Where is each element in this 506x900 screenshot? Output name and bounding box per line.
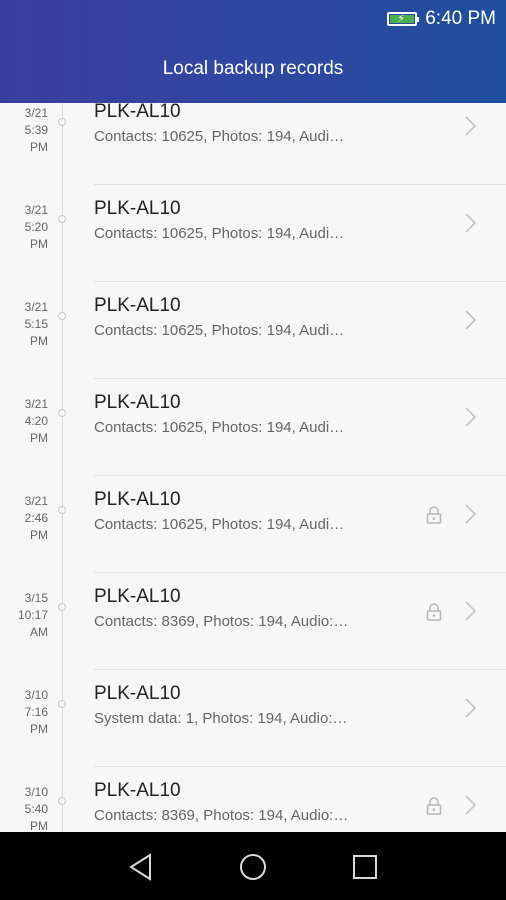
- chevron-right-icon[interactable]: [462, 696, 478, 720]
- navigation-bar: [0, 832, 506, 900]
- record-date-line: 3/10: [24, 688, 48, 702]
- timeline-dot: [58, 215, 66, 223]
- record-summary: Contacts: 10625, Photos: 194, Audio: 21: [94, 419, 349, 436]
- timeline-dot: [58, 797, 66, 805]
- lock-icon: [426, 506, 442, 524]
- backup-record-row[interactable]: 3/21 2:46 PM PLK-AL10 Contacts: 10625, Photo…: [0, 476, 506, 573]
- chevron-right-icon[interactable]: [462, 793, 478, 817]
- lock-icon: [426, 603, 442, 621]
- record-date-line: AM: [30, 625, 48, 639]
- record-date: 3/10 5:40 PM: [0, 784, 48, 832]
- backup-record-row[interactable]: 3/10 7:16 PM PLK-AL10 System data: 1, Photos…: [0, 670, 506, 767]
- record-device-name: PLK-AL10: [94, 198, 181, 219]
- record-date-line: 3/21: [24, 494, 48, 508]
- backup-record-row[interactable]: 3/21 4:20 PM PLK-AL10 Contacts: 10625, Photo…: [0, 379, 506, 476]
- record-date-line: 5:39: [24, 123, 48, 137]
- record-date-line: 5:20: [24, 220, 48, 234]
- record-summary: System data: 1, Photos: 194, Audio: 21: [94, 710, 349, 727]
- record-date-line: PM: [30, 334, 48, 348]
- back-triangle-icon[interactable]: [124, 850, 158, 884]
- record-date-line: 5:15: [24, 317, 48, 331]
- backup-records-list: 3/21 5:39 PM PLK-AL10 Contacts: 10625, Photo…: [0, 103, 506, 832]
- home-circle-icon[interactable]: [236, 850, 270, 884]
- record-date-line: PM: [30, 722, 48, 736]
- recents-square-icon[interactable]: [348, 850, 382, 884]
- record-summary: Contacts: 10625, Photos: 194, Audio: 21: [94, 516, 349, 533]
- record-device-name: PLK-AL10: [94, 392, 181, 413]
- record-date-line: 2:46: [24, 511, 48, 525]
- status-bar: ⚡ 6:40 PM: [387, 8, 496, 30]
- chevron-right-icon[interactable]: [462, 599, 478, 623]
- timeline-dot: [58, 506, 66, 514]
- timeline-dot: [58, 603, 66, 611]
- record-date: 3/21 2:46 PM: [0, 493, 48, 544]
- status-time: 6:40 PM: [425, 8, 496, 29]
- backup-record-row[interactable]: 3/21 5:20 PM PLK-AL10 Contacts: 10625, Photo…: [0, 185, 506, 282]
- record-date-line: 3/21: [24, 397, 48, 411]
- record-device-name: PLK-AL10: [94, 683, 181, 704]
- record-date: 3/21 5:39 PM: [0, 105, 48, 156]
- chevron-right-icon[interactable]: [462, 114, 478, 138]
- backup-record-row[interactable]: 3/21 5:15 PM PLK-AL10 Contacts: 10625, Photo…: [0, 282, 506, 379]
- timeline-dot: [58, 700, 66, 708]
- record-summary: Contacts: 10625, Photos: 194, Audio: 21: [94, 225, 349, 242]
- record-date: 3/21 5:20 PM: [0, 202, 48, 253]
- backup-record-row[interactable]: 3/15 10:17 AM PLK-AL10 Contacts: 8369, Photo…: [0, 573, 506, 670]
- record-date-line: 3/21: [24, 300, 48, 314]
- chevron-right-icon[interactable]: [462, 405, 478, 429]
- record-date-line: PM: [30, 819, 48, 832]
- record-date-line: 5:40: [24, 802, 48, 816]
- record-summary: Contacts: 8369, Photos: 194, Audio: 21: [94, 807, 349, 824]
- record-date-line: 7:16: [24, 705, 48, 719]
- page-title: Local backup records: [162, 58, 344, 79]
- chevron-right-icon[interactable]: [462, 211, 478, 235]
- record-date-line: 3/10: [24, 785, 48, 799]
- backup-record-row[interactable]: 3/21 5:39 PM PLK-AL10 Contacts: 10625, Photo…: [0, 103, 506, 185]
- record-date: 3/21 5:15 PM: [0, 299, 48, 350]
- battery-charging-icon: ⚡: [387, 12, 420, 26]
- record-date-line: 3/15: [24, 591, 48, 605]
- record-date-line: PM: [30, 528, 48, 542]
- record-device-name: PLK-AL10: [94, 780, 181, 801]
- app-header: ⚡ 6:40 PM Local backup records: [0, 0, 506, 103]
- record-date-line: 3/21: [24, 203, 48, 217]
- record-date-line: 10:17: [17, 608, 48, 622]
- record-date: 3/15 10:17 AM: [0, 590, 48, 641]
- record-device-name: PLK-AL10: [94, 586, 181, 607]
- chevron-right-icon[interactable]: [462, 308, 478, 332]
- record-date-line: PM: [30, 237, 48, 251]
- backup-record-row[interactable]: 3/10 5:40 PM PLK-AL10 Contacts: 8369, Photos…: [0, 767, 506, 832]
- record-date: 3/10 7:16 PM: [0, 687, 48, 738]
- record-device-name: PLK-AL10: [94, 103, 181, 122]
- timeline-dot: [58, 312, 66, 320]
- record-date-line: PM: [30, 431, 48, 445]
- record-device-name: PLK-AL10: [94, 489, 181, 510]
- record-device-name: PLK-AL10: [94, 295, 181, 316]
- timeline-dot: [58, 118, 66, 126]
- record-summary: Contacts: 10625, Photos: 194, Audio: 21: [94, 128, 349, 145]
- lock-icon: [426, 797, 442, 815]
- record-date-line: PM: [30, 140, 48, 154]
- record-date-line: 4:20: [24, 414, 48, 428]
- record-date: 3/21 4:20 PM: [0, 396, 48, 447]
- timeline-dot: [58, 409, 66, 417]
- record-date-line: 3/21: [24, 106, 48, 120]
- record-summary: Contacts: 8369, Photos: 194, Audio: 21: [94, 613, 349, 630]
- record-summary: Contacts: 10625, Photos: 194, Audio: 21: [94, 322, 349, 339]
- chevron-right-icon[interactable]: [462, 502, 478, 526]
